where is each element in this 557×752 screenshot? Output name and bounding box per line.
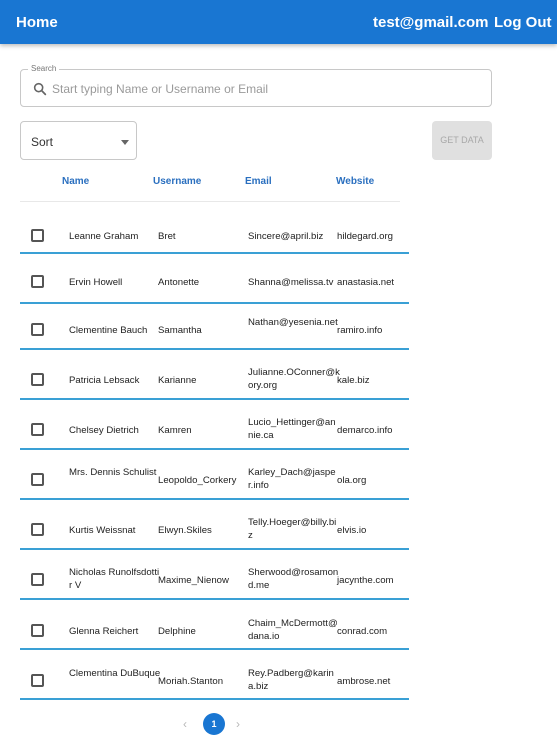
- row-checkbox[interactable]: [31, 229, 44, 242]
- cell-username: Karianne: [158, 375, 197, 386]
- row-checkbox[interactable]: [31, 275, 44, 288]
- table-row[interactable]: Clementina DuBuque Moriah.Stanton Rey.Pa…: [20, 650, 409, 700]
- search-legend: Search: [28, 64, 60, 74]
- cell-website: hildegard.org: [337, 231, 394, 242]
- cell-name: Mrs. Dennis Schulist: [69, 467, 157, 478]
- sort-select[interactable]: Sort: [20, 121, 137, 160]
- table-row[interactable]: Ervin Howell Antonette Shanna@melissa.tv…: [20, 254, 409, 304]
- table-row[interactable]: Patricia Lebsack Karianne Julianne.OConn…: [20, 350, 409, 400]
- table-row[interactable]: Chelsey Dietrich Kamren Lucio_Hettinger@…: [20, 400, 409, 450]
- cell-username: Samantha: [158, 325, 202, 336]
- pagination: ‹ 1 ›: [180, 713, 250, 735]
- cell-username: Leopoldo_Corkery: [158, 475, 237, 486]
- cell-name: Clementina DuBuque: [69, 668, 161, 679]
- cell-username: Elwyn.Skiles: [158, 525, 212, 536]
- cell-name: Chelsey Dietrich: [69, 425, 139, 436]
- cell-website: jacynthe.com: [337, 575, 394, 586]
- cell-website: kale.biz: [337, 375, 370, 386]
- sort-selected-value: Sort: [31, 135, 54, 149]
- dropdown-arrow-icon: [121, 140, 129, 145]
- cell-name: Patricia Lebsack: [69, 375, 140, 386]
- cell-username: Moriah.Stanton: [158, 676, 224, 687]
- table-row[interactable]: Leanne Graham Bret Sincere@april.biz hil…: [20, 204, 409, 254]
- cell-name: Nicholas Runolfsdottir V: [69, 567, 160, 591]
- search-icon: [33, 82, 47, 96]
- cell-website: conrad.com: [337, 626, 388, 637]
- cell-website: elvis.io: [337, 525, 367, 536]
- cell-website: ramiro.info: [337, 325, 383, 336]
- cell-email: Sherwood@rosamond.me: [248, 567, 339, 591]
- page-button-current[interactable]: 1: [203, 713, 225, 735]
- logout-button[interactable]: Log Out: [494, 14, 551, 31]
- table-row[interactable]: Clementine Bauch Samantha Nathan@yesenia…: [20, 300, 409, 350]
- cell-username: Maxime_Nienow: [158, 575, 229, 586]
- cell-name: Ervin Howell: [69, 277, 123, 288]
- cell-email: Julianne.OConner@kory.org: [248, 367, 340, 391]
- cell-username: Delphine: [158, 626, 196, 637]
- cell-email: Chaim_McDermott@dana.io: [248, 618, 338, 642]
- search-field[interactable]: Search: [20, 64, 492, 107]
- cell-username: Kamren: [158, 425, 192, 436]
- cell-email: Lucio_Hettinger@annie.ca: [248, 417, 336, 441]
- cell-name: Kurtis Weissnat: [69, 525, 136, 536]
- table-row[interactable]: Mrs. Dennis Schulist Leopoldo_Corkery Ka…: [20, 450, 409, 500]
- cell-email: Telly.Hoeger@billy.biz: [248, 517, 337, 541]
- get-data-button[interactable]: GET DATA: [432, 121, 492, 160]
- cell-username: Antonette: [158, 277, 200, 288]
- table-row[interactable]: Glenna Reichert Delphine Chaim_McDermott…: [20, 600, 409, 650]
- row-checkbox[interactable]: [31, 624, 44, 637]
- row-checkbox[interactable]: [31, 423, 44, 436]
- row-checkbox[interactable]: [31, 473, 44, 486]
- column-header-website[interactable]: Website: [336, 176, 374, 187]
- row-checkbox[interactable]: [31, 674, 44, 687]
- cell-email: Shanna@melissa.tv: [248, 277, 334, 288]
- cell-website: anastasia.net: [337, 277, 395, 288]
- cell-website: ola.org: [337, 475, 367, 486]
- cell-website: demarco.info: [337, 425, 393, 436]
- chevron-right-icon[interactable]: ›: [236, 717, 240, 731]
- cell-name: Leanne Graham: [69, 231, 139, 242]
- home-link[interactable]: Home: [16, 14, 58, 31]
- row-checkbox[interactable]: [31, 523, 44, 536]
- table-row[interactable]: Nicholas Runolfsdottir V Maxime_Nienow S…: [20, 550, 409, 600]
- column-header-name[interactable]: Name: [62, 176, 89, 187]
- cell-website: ambrose.net: [337, 676, 391, 687]
- cell-username: Bret: [158, 231, 176, 242]
- column-header-username[interactable]: Username: [153, 176, 201, 187]
- table-header: Name Username Email Website: [20, 168, 400, 202]
- search-input[interactable]: [52, 79, 482, 99]
- user-email: test@gmail.com: [373, 14, 489, 31]
- cell-name: Glenna Reichert: [69, 626, 139, 637]
- column-header-email[interactable]: Email: [245, 176, 272, 187]
- cell-email: Nathan@yesenia.net: [248, 317, 338, 328]
- table-row[interactable]: Kurtis Weissnat Elwyn.Skiles Telly.Hoege…: [20, 500, 409, 550]
- row-checkbox[interactable]: [31, 373, 44, 386]
- row-checkbox[interactable]: [31, 573, 44, 586]
- cell-email: Sincere@april.biz: [248, 231, 324, 242]
- cell-email: Karley_Dach@jasper.info: [248, 467, 336, 491]
- app-bar: Home test@gmail.com Log Out: [0, 0, 557, 44]
- cell-name: Clementine Bauch: [69, 325, 148, 336]
- chevron-left-icon[interactable]: ‹: [183, 717, 187, 731]
- cell-email: Rey.Padberg@karina.biz: [248, 668, 334, 692]
- row-checkbox[interactable]: [31, 323, 44, 336]
